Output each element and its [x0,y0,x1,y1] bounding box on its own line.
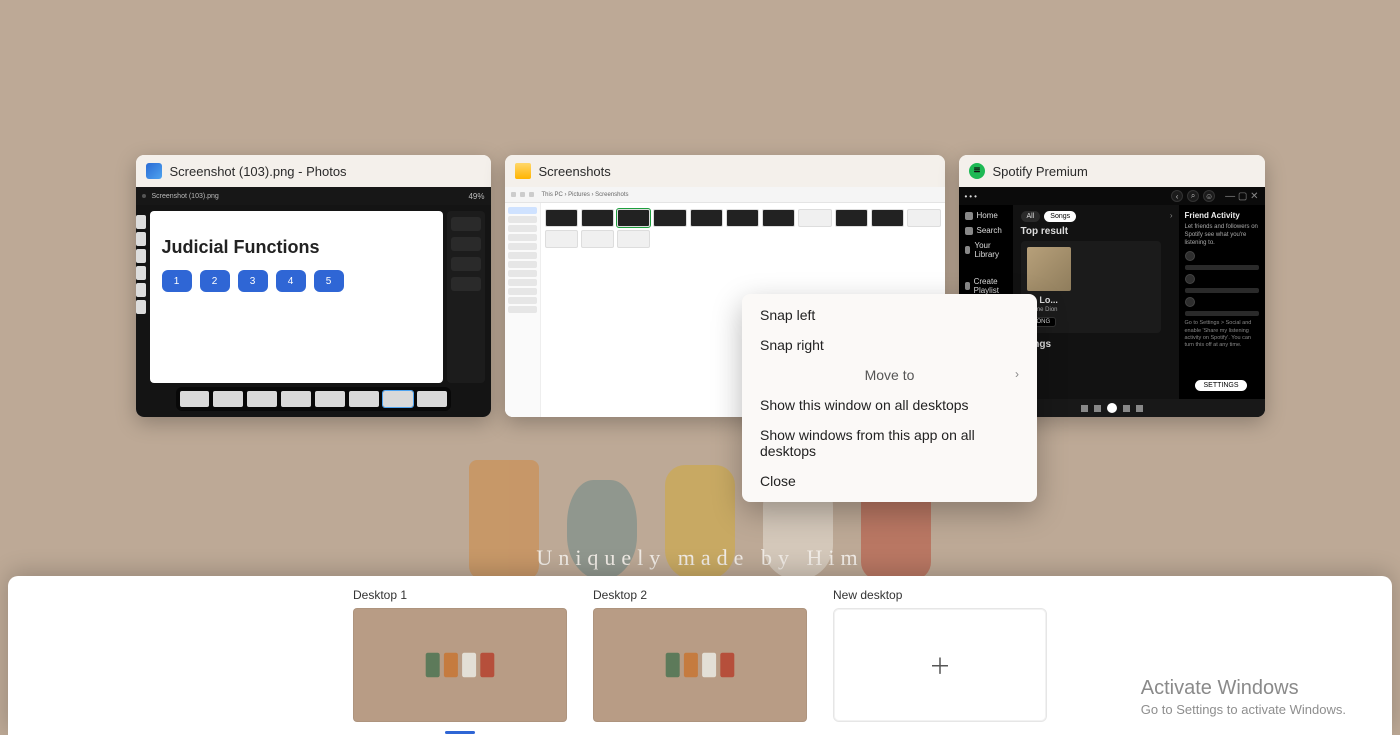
window-controls: — ▢ ✕ [1225,191,1258,202]
vase-orange [469,460,539,580]
desktop-2-label: Desktop 2 [593,588,807,602]
window-context-menu: Snap left Snap right Move to › Show this… [742,294,1037,502]
photos-tab-filename: Screenshot (103).png [152,193,219,200]
menu-close[interactable]: Close [742,466,1037,496]
desktop-2-thumbnail[interactable] [593,608,807,722]
album-art [1027,247,1071,291]
activation-watermark: Activate Windows Go to Settings to activ… [1141,677,1346,717]
chevron-right-icon: › [1015,367,1019,381]
photos-app-icon [146,163,162,179]
explorer-breadcrumb: This PC › Pictures › Screenshots [542,192,629,198]
window-photos-preview: Screenshot (103).png 49% Judicial Functi… [136,187,491,417]
menu-show-app-all-desktops[interactable]: Show windows from this app on all deskto… [742,420,1037,466]
window-explorer-header: Screenshots [505,155,945,187]
slide-card-2: 2 [200,270,230,292]
window-spotify-title: Spotify Premium [993,164,1088,179]
spotify-songs-heading: Songs [1021,339,1173,350]
desktop-1-thumbnail[interactable] [353,608,567,722]
window-explorer-title: Screenshots [539,164,611,179]
window-photos-title: Screenshot (103).png - Photos [170,164,347,179]
menu-show-window-all-desktops-label: Show this window on all desktops [760,397,969,413]
friend-settings-button: SETTINGS [1195,380,1246,391]
slide-card-5: 5 [314,270,344,292]
wallpaper-tagline: Uniquely made by Him [536,545,863,571]
friend-activity-footer: Go to Settings > Social and enable 'Shar… [1185,320,1259,349]
window-photos-header: Screenshot (103).png - Photos [136,155,491,187]
menu-close-label: Close [760,473,796,489]
prev-icon [1094,405,1101,412]
chip-songs: Songs [1044,211,1076,222]
spotify-nav-search: Search [977,226,1002,235]
task-view-row: Screenshot (103).png - Photos Screenshot… [0,155,1400,417]
track-artist: Céline Dion [1027,307,1155,313]
virtual-desktop-bar: Desktop 1 Desktop 2 New desktop ＋ Activa… [8,576,1392,735]
search-icon: ⌕ [1187,190,1199,202]
friend-activity-heading: Friend Activity [1185,211,1259,220]
menu-move-to[interactable]: Move to › [742,360,1037,390]
spotify-nav-create: Create Playlist [974,277,1007,295]
spotify-nav-library: Your Library [974,241,1006,259]
menu-snap-right[interactable]: Snap right [742,330,1037,360]
chip-all: All [1021,211,1041,222]
play-icon [1107,403,1117,413]
new-desktop-label: New desktop [833,588,1047,602]
more-icon: ••• [965,192,979,201]
active-desktop-indicator [445,731,475,734]
new-desktop[interactable]: New desktop ＋ [833,588,1047,734]
new-desktop-button[interactable]: ＋ [833,608,1047,722]
menu-snap-left-label: Snap left [760,307,815,323]
plus-icon: ＋ [929,649,951,681]
next-icon [1123,405,1130,412]
chevron-right-icon: › [1170,211,1173,222]
activation-title: Activate Windows [1141,677,1346,700]
folder-icon [515,163,531,179]
spotify-result-tile: To Lo... Céline Dion SONG [1021,241,1161,333]
desktop-1-label: Desktop 1 [353,588,567,602]
menu-show-window-all-desktops[interactable]: Show this window on all desktops [742,390,1037,420]
nav-back-icon: ‹ [1171,190,1183,202]
menu-snap-left[interactable]: Snap left [742,300,1037,330]
activation-subtitle: Go to Settings to activate Windows. [1141,702,1346,717]
photos-slide-title: Judicial Functions [162,237,431,258]
slide-card-1: 1 [162,270,192,292]
slide-card-4: 4 [276,270,306,292]
track-title: To Lo... [1027,295,1155,305]
desktop-1[interactable]: Desktop 1 [353,588,567,734]
slide-card-3: 3 [238,270,268,292]
menu-snap-right-label: Snap right [760,337,824,353]
desktop-2[interactable]: Desktop 2 [593,588,807,734]
window-spotify-header: Spotify Premium [959,155,1265,187]
spotify-icon [969,163,985,179]
menu-show-app-all-desktops-label: Show windows from this app on all deskto… [760,427,1019,459]
shuffle-icon [1081,405,1088,412]
window-photos[interactable]: Screenshot (103).png - Photos Screenshot… [136,155,491,417]
spotify-nav-home: Home [977,211,998,220]
friend-activity-hint: Let friends and followers on Spotify see… [1185,224,1259,247]
spotify-top-result-heading: Top result [1021,226,1173,237]
repeat-icon [1136,405,1143,412]
profile-icon: ☺ [1203,190,1215,202]
photos-zoom: 49% [468,192,484,201]
menu-move-to-label: Move to [865,367,915,383]
